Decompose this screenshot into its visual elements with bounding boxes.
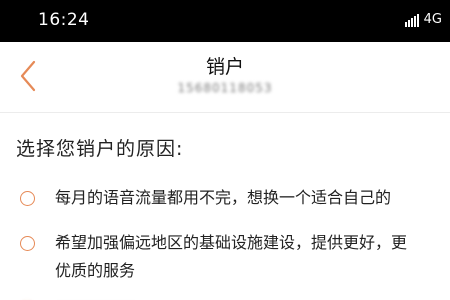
network-4g-icon: 4G xyxy=(423,12,442,27)
reason-option-label-line2: 优质的服务 xyxy=(55,261,136,280)
page-title: 销户 xyxy=(205,56,244,78)
account-number: 15680118053 xyxy=(177,81,273,95)
radio-unchecked-icon[interactable] xyxy=(20,191,35,206)
navigation-bar: 销户 15680118053 xyxy=(0,42,450,113)
cancel-account-screen: 16:24 4G 销户 15680118053 选择您销户的原因: 每月的语音流… xyxy=(0,0,450,300)
status-bar: 16:24 4G xyxy=(0,0,450,42)
reason-option-1[interactable]: 每月的语音流量都用不完，想换一个适合自己的 xyxy=(0,184,450,214)
status-time: 16:24 xyxy=(38,10,90,30)
radio-unchecked-icon[interactable] xyxy=(20,236,35,251)
status-icons: 4G xyxy=(404,12,442,27)
reason-section-title: 选择您销户的原因: xyxy=(16,138,184,160)
reason-option-2[interactable]: 希望加强偏远地区的基础设施建设，提供更好，更 优质的服务 xyxy=(0,229,450,289)
reason-option-label: 每月的语音流量都用不完，想换一个适合自己的 xyxy=(55,188,392,207)
reason-option-label-line1: 希望加强偏远地区的基础设施建设，提供更好，更 xyxy=(55,233,408,252)
signal-bars-icon xyxy=(404,13,419,27)
reason-option-label: 希望加强偏远地区的基础设施建设，提供更好，更 优质的服务 xyxy=(55,229,407,285)
partial-option-row xyxy=(20,293,140,300)
